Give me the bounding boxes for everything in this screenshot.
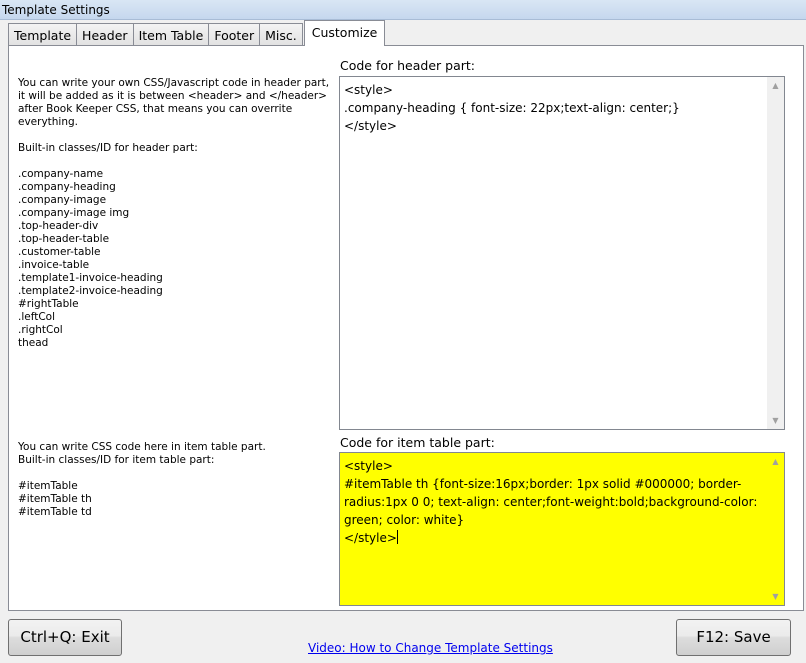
tab-customize[interactable]: Customize xyxy=(303,20,386,46)
tab-header[interactable]: Header xyxy=(76,23,134,46)
exit-button[interactable]: Ctrl+Q: Exit xyxy=(8,619,122,656)
header-code-text[interactable]: <style> .company-heading { font-size: 22… xyxy=(340,77,767,429)
tab-item-table[interactable]: Item Table xyxy=(132,23,210,46)
item-code-text[interactable]: <style> #itemTable th {font-size:16px;bo… xyxy=(340,453,767,605)
header-help-text: You can write your own CSS/Javascript co… xyxy=(18,77,330,349)
header-code-scrollbar[interactable]: ▲ ▼ xyxy=(767,77,784,429)
scroll-down-arrow-icon[interactable]: ▼ xyxy=(767,588,784,605)
text-caret xyxy=(396,530,398,544)
tab-footer[interactable]: Footer xyxy=(208,23,261,46)
item-code-value: <style> #itemTable th {font-size:16px;bo… xyxy=(344,459,758,545)
window-title: Template Settings xyxy=(0,0,806,20)
save-button[interactable]: F12: Save xyxy=(676,619,791,656)
header-code-label: Code for header part: xyxy=(340,58,475,73)
item-code-editor[interactable]: <style> #itemTable th {font-size:16px;bo… xyxy=(339,452,785,606)
item-code-scrollbar[interactable]: ▲ ▼ xyxy=(767,453,784,605)
item-help-text: You can write CSS code here in item tabl… xyxy=(18,441,266,518)
item-code-label: Code for item table part: xyxy=(340,435,495,450)
tab-strip: Template Header Item Table Footer Misc. … xyxy=(8,20,386,46)
scroll-up-arrow-icon[interactable]: ▲ xyxy=(767,77,784,94)
header-code-editor[interactable]: <style> .company-heading { font-size: 22… xyxy=(339,76,785,430)
tab-misc[interactable]: Misc. xyxy=(259,23,303,46)
tab-template[interactable]: Template xyxy=(8,23,78,46)
video-help-link[interactable]: Video: How to Change Template Settings xyxy=(308,641,553,655)
scroll-down-arrow-icon[interactable]: ▼ xyxy=(767,412,784,429)
scroll-up-arrow-icon[interactable]: ▲ xyxy=(767,453,784,470)
